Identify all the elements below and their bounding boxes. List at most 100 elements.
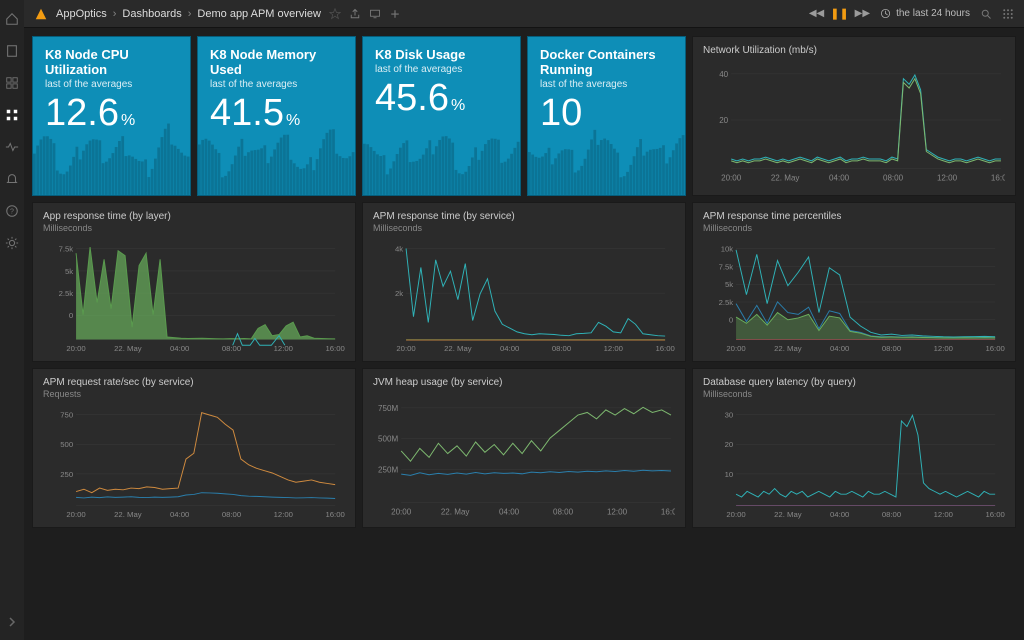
monitor-icon[interactable] xyxy=(369,8,381,20)
svg-text:0: 0 xyxy=(69,311,73,320)
rewind-icon[interactable]: ◀◀ xyxy=(809,8,824,19)
svg-text:250M: 250M xyxy=(378,465,398,474)
svg-text:12:00: 12:00 xyxy=(274,510,293,519)
tile-title: App response time (by layer) xyxy=(43,211,345,222)
stat-tile-cpu[interactable]: K8 Node CPU Utilization last of the aver… xyxy=(32,36,191,196)
gear-icon[interactable] xyxy=(5,236,19,250)
stat-tile-disk[interactable]: K8 Disk Usage last of the averages 45.6% xyxy=(362,36,521,196)
svg-text:08:00: 08:00 xyxy=(222,344,241,353)
svg-text:08:00: 08:00 xyxy=(883,173,904,182)
search-icon[interactable] xyxy=(980,8,992,20)
expand-sidebar-icon[interactable] xyxy=(6,616,18,628)
chart-svg: 02.5k5k7.5k10k20:0022. May04:0008:0012:0… xyxy=(703,237,1005,353)
dashboard-grid: K8 Node CPU Utilization last of the aver… xyxy=(24,28,1024,640)
svg-text:16:00: 16:00 xyxy=(325,344,344,353)
crumb-0[interactable]: AppOptics xyxy=(56,8,107,20)
svg-text:7.5k: 7.5k xyxy=(719,262,734,271)
svg-text:22. May: 22. May xyxy=(114,344,142,353)
home-icon[interactable] xyxy=(5,12,19,26)
tile-subtitle: Milliseconds xyxy=(703,389,1005,399)
svg-text:08:00: 08:00 xyxy=(552,344,571,353)
chart-db[interactable]: Database query latency (by query) Millis… xyxy=(692,368,1016,528)
forward-icon[interactable]: ▶▶ xyxy=(855,8,870,19)
tile-subtitle: last of the averages xyxy=(375,64,508,75)
plus-icon[interactable] xyxy=(389,8,401,20)
pause-icon[interactable]: ❚❚ xyxy=(830,7,848,20)
svg-text:22. May: 22. May xyxy=(774,344,802,353)
chart-svg: 10203020:0022. May04:0008:0012:0016:00 xyxy=(703,403,1005,519)
svg-text:12:00: 12:00 xyxy=(604,344,623,353)
svg-text:10k: 10k xyxy=(721,245,734,254)
chart-svg: 2k4k20:0022. May04:0008:0012:0016:00 xyxy=(373,237,675,353)
page-icon[interactable] xyxy=(5,44,19,58)
help-icon[interactable]: ? xyxy=(5,204,19,218)
chart-apm-resp[interactable]: APM response time (by service) Milliseco… xyxy=(362,202,686,362)
tile-title: K8 Disk Usage xyxy=(375,47,508,62)
bell-icon[interactable] xyxy=(5,172,19,186)
svg-text:20:00: 20:00 xyxy=(726,510,745,519)
stat-tile-memory[interactable]: K8 Node Memory Used last of the averages… xyxy=(197,36,356,196)
svg-text:12:00: 12:00 xyxy=(934,344,953,353)
timerange-selector[interactable]: the last 24 hours xyxy=(880,8,970,19)
stat-tile-containers[interactable]: Docker Containers Running last of the av… xyxy=(527,36,686,196)
svg-text:250: 250 xyxy=(60,470,73,479)
svg-text:2.5k: 2.5k xyxy=(719,298,734,307)
svg-text:22. May: 22. May xyxy=(114,510,142,519)
svg-text:04:00: 04:00 xyxy=(170,344,189,353)
clock-icon xyxy=(880,8,891,19)
tile-subtitle: last of the averages xyxy=(45,79,178,90)
svg-text:10: 10 xyxy=(725,470,734,479)
svg-text:04:00: 04:00 xyxy=(500,344,519,353)
svg-text:04:00: 04:00 xyxy=(830,344,849,353)
apps-icon[interactable] xyxy=(5,108,19,122)
play-controls: ◀◀ ❚❚ ▶▶ xyxy=(809,7,870,20)
tile-title: APM request rate/sec (by service) xyxy=(43,377,345,388)
svg-text:12:00: 12:00 xyxy=(937,173,958,182)
svg-text:22. May: 22. May xyxy=(444,344,472,353)
tile-title: APM response time percentiles xyxy=(703,211,1005,222)
share-icon[interactable] xyxy=(349,8,361,20)
tile-subtitle: Milliseconds xyxy=(703,223,1005,233)
chart-jvm[interactable]: JVM heap usage (by service) 250M500M750M… xyxy=(362,368,686,528)
tile-title: Docker Containers Running xyxy=(540,47,673,77)
svg-text:22. May: 22. May xyxy=(441,507,470,516)
svg-text:08:00: 08:00 xyxy=(222,510,241,519)
sparkline-bars xyxy=(528,108,685,195)
svg-text:04:00: 04:00 xyxy=(829,173,850,182)
sparkline-bars xyxy=(33,108,190,195)
svg-text:20: 20 xyxy=(725,440,734,449)
svg-text:08:00: 08:00 xyxy=(882,344,901,353)
svg-text:20:00: 20:00 xyxy=(66,510,85,519)
svg-text:12:00: 12:00 xyxy=(274,344,293,353)
crumb-2[interactable]: Demo app APM overview xyxy=(197,8,321,20)
svg-text:5k: 5k xyxy=(65,267,73,276)
chevron-right-icon: › xyxy=(113,8,117,20)
svg-text:2.5k: 2.5k xyxy=(59,289,74,298)
chart-app-resp[interactable]: App response time (by layer) Millisecond… xyxy=(32,202,356,362)
grid-icon[interactable] xyxy=(5,76,19,90)
crumb-1[interactable]: Dashboards xyxy=(122,8,181,20)
svg-text:08:00: 08:00 xyxy=(882,510,901,519)
apps-menu-icon[interactable] xyxy=(1002,8,1014,20)
svg-text:16:00: 16:00 xyxy=(985,510,1004,519)
svg-text:7.5k: 7.5k xyxy=(59,245,74,254)
star-icon[interactable] xyxy=(329,8,341,20)
chart-req-rate[interactable]: APM request rate/sec (by service) Reques… xyxy=(32,368,356,528)
sparkline-bars xyxy=(198,108,355,195)
svg-text:20:00: 20:00 xyxy=(396,344,415,353)
sidebar: ? xyxy=(0,0,24,640)
svg-text:12:00: 12:00 xyxy=(934,510,953,519)
tile-subtitle: Requests xyxy=(43,389,345,399)
tile-title: Database query latency (by query) xyxy=(703,377,1005,388)
svg-text:20:00: 20:00 xyxy=(726,344,745,353)
main: AppOptics › Dashboards › Demo app APM ov… xyxy=(24,0,1024,640)
chart-apm-pct[interactable]: APM response time percentiles Millisecon… xyxy=(692,202,1016,362)
svg-text:22. May: 22. May xyxy=(774,510,802,519)
chart-net-util[interactable]: Network Utilization (mb/s) 204020:0022. … xyxy=(692,36,1016,196)
svg-text:04:00: 04:00 xyxy=(170,510,189,519)
topbar: AppOptics › Dashboards › Demo app APM ov… xyxy=(24,0,1024,28)
sparkline-bars xyxy=(363,108,520,195)
chart-svg: 250M500M750M20:0022. May04:0008:0012:001… xyxy=(373,393,675,519)
pulse-icon[interactable] xyxy=(5,140,19,154)
chart-svg: 02.5k5k7.5k20:0022. May04:0008:0012:0016… xyxy=(43,237,345,353)
